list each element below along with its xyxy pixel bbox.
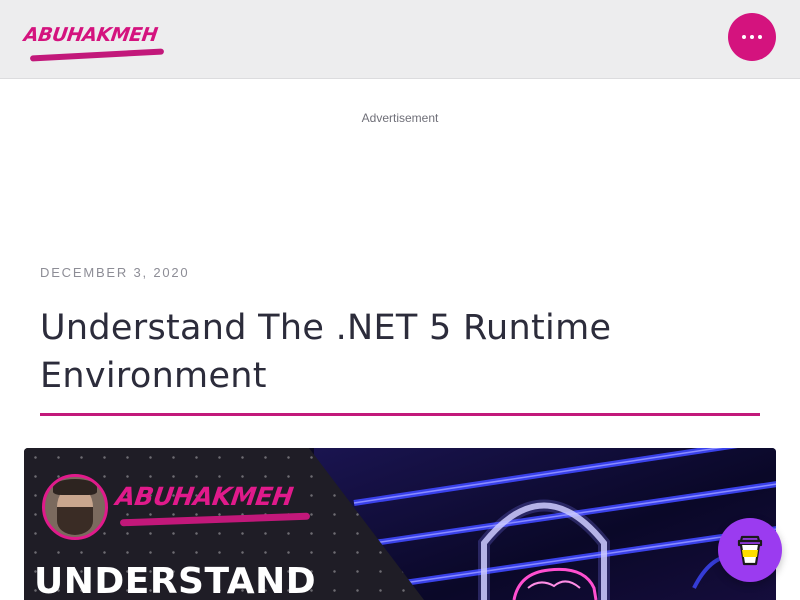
hero-heading: UNDERSTAND	[34, 561, 317, 600]
hero-image: ABUHAKMEH UNDERSTAND	[24, 448, 776, 600]
ellipsis-icon	[742, 35, 762, 39]
logo-brush-stroke	[29, 48, 165, 62]
author-avatar	[42, 474, 108, 540]
logo-text: ABUHAKMEH	[22, 24, 159, 46]
advertisement-label: Advertisement	[361, 111, 439, 125]
post-title: Understand The .NET 5 Runtime Environmen…	[40, 308, 612, 396]
hero-logo-text: ABUHAKMEH	[113, 482, 295, 511]
site-header: ABUHAKMEH	[0, 0, 800, 79]
site-logo[interactable]: ABUHAKMEH	[22, 22, 172, 66]
title-divider	[40, 413, 760, 416]
menu-button[interactable]	[728, 13, 776, 61]
post-date: DECEMBER 3, 2020	[40, 265, 190, 280]
buy-me-a-coffee-button[interactable]	[718, 518, 782, 582]
coffee-cup-icon	[737, 535, 763, 566]
